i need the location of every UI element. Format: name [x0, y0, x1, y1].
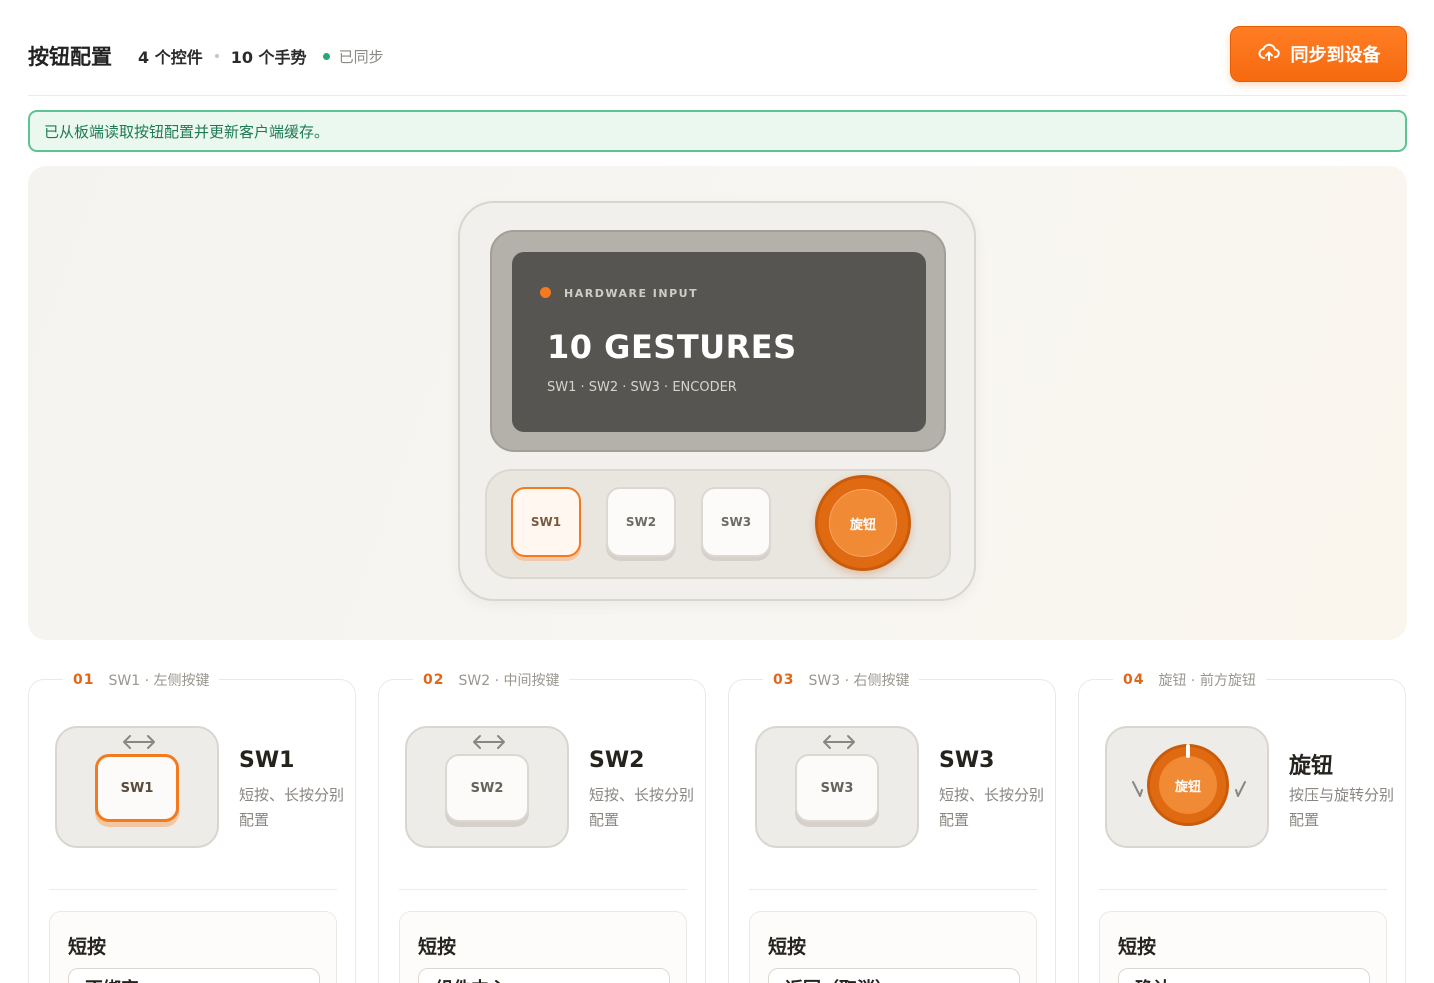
separator-dot [214, 54, 219, 58]
gesture-config-short-press: 短按 组件中心 [399, 911, 687, 983]
action-select[interactable]: 组件中心 [418, 968, 670, 983]
card-thumbnail: 旋钮 [1105, 726, 1269, 848]
control-card-sw1: 01 SW1 · 左侧按键 SW1 SW1 短按、长按分别配置 短按 不绑定 [28, 670, 356, 983]
device-key-sw1[interactable]: SW1 [511, 487, 581, 557]
sync-button-label: 同步到设备 [1290, 45, 1381, 66]
screen-bezel: HARDWARE INPUT 10 GESTURES SW1 · SW2 · S… [490, 230, 946, 452]
screen-subline: SW1 · SW2 · SW3 · ENCODER [547, 380, 737, 395]
gesture-label: 短按 [418, 936, 457, 958]
sync-status-dot [322, 52, 330, 60]
card-divider [749, 889, 1037, 890]
control-card-knob: 04 旋钮 · 前方旋钮 旋钮 旋钮 按压与旋转分别配置 短按 确认 [1078, 670, 1406, 983]
gesture-config-short-press: 短按 确认 [1099, 911, 1387, 983]
controls-count: 4 个控件 [138, 48, 203, 67]
device-key-sw3[interactable]: SW3 [701, 487, 771, 557]
action-select-value: 组件中心 [435, 975, 507, 983]
card-thumbnail: SW3 [755, 726, 919, 848]
card-description: 短按、长按分别配置 [939, 786, 1045, 829]
thumbnail-key: SW1 [95, 754, 179, 822]
card-title: SW1 [239, 748, 295, 773]
device-preview-stage: HARDWARE INPUT 10 GESTURES SW1 · SW2 · S… [28, 166, 1407, 640]
action-select-value: 不绑定 [85, 975, 139, 983]
device-knob[interactable]: 旋钮 [815, 475, 911, 571]
action-select[interactable]: 不绑定 [68, 968, 320, 983]
screen-headline: 10 GESTURES [547, 328, 797, 366]
card-number: 02 [423, 672, 445, 688]
sync-to-device-button[interactable]: 同步到设备 [1230, 26, 1407, 82]
header: 按钮配置 4 个控件 10 个手势 已同步 同步到设备 [28, 26, 1407, 82]
gestures-count: 10 个手势 [230, 48, 307, 67]
gesture-label: 短按 [1118, 936, 1157, 958]
status-banner: 已从板端读取按钮配置并更新客户端缓存。 [28, 110, 1407, 152]
gesture-config-short-press: 短按 返回（取消） [749, 911, 1037, 983]
card-name: SW1 · 左侧按键 [108, 673, 210, 689]
card-title: SW3 [939, 748, 995, 773]
action-select[interactable]: 确认 [1118, 968, 1370, 983]
card-divider [1099, 889, 1387, 890]
status-banner-text: 已从板端读取按钮配置并更新客户端缓存。 [44, 122, 330, 141]
header-meta: 4 个控件 10 个手势 已同步 [138, 44, 384, 68]
double-arrow-icon [123, 735, 155, 749]
card-title: 旋钮 [1289, 754, 1334, 779]
action-select-value: 返回（取消） [785, 975, 893, 983]
card-divider [49, 889, 337, 890]
device-key-sw2[interactable]: SW2 [606, 487, 676, 557]
gesture-label: 短按 [68, 936, 107, 958]
card-label: 03 SW3 · 右侧按键 [763, 670, 920, 690]
gesture-config-short-press: 短按 不绑定 [49, 911, 337, 983]
card-name: SW2 · 中间按键 [458, 673, 560, 689]
card-description: 短按、长按分别配置 [239, 786, 345, 829]
knob-indicator-tick [1186, 744, 1190, 758]
card-number: 04 [1123, 672, 1145, 688]
header-divider [28, 95, 1407, 96]
control-tray: SW1 SW2 SW3 旋钮 [485, 469, 951, 579]
double-arrow-icon [823, 735, 855, 749]
rotate-right-icon [1235, 781, 1246, 797]
card-title: SW2 [589, 748, 645, 773]
card-thumbnail: SW1 [55, 726, 219, 848]
card-label: 01 SW1 · 左侧按键 [63, 670, 220, 690]
card-number: 01 [73, 672, 95, 688]
device-screen: HARDWARE INPUT 10 GESTURES SW1 · SW2 · S… [512, 252, 926, 432]
device-illustration: HARDWARE INPUT 10 GESTURES SW1 · SW2 · S… [458, 201, 976, 601]
sync-status-text: 已同步 [338, 47, 384, 66]
cloud-upload-icon [1257, 40, 1281, 69]
screen-eyebrow: HARDWARE INPUT [564, 287, 699, 300]
card-label: 02 SW2 · 中间按键 [413, 670, 570, 690]
card-description: 按压与旋转分别配置 [1289, 786, 1395, 829]
thumbnail-knob-label: 旋钮 [1159, 756, 1217, 814]
page-title: 按钮配置 [28, 45, 112, 69]
gesture-label: 短按 [768, 936, 807, 958]
action-select-value: 确认 [1135, 975, 1171, 983]
card-name: SW3 · 右侧按键 [808, 673, 910, 689]
card-description: 短按、长按分别配置 [589, 786, 695, 829]
action-select[interactable]: 返回（取消） [768, 968, 1020, 983]
control-card-sw2: 02 SW2 · 中间按键 SW2 SW2 短按、长按分别配置 短按 组件中心 [378, 670, 706, 983]
thumbnail-key: SW2 [445, 754, 529, 822]
thumbnail-key: SW3 [795, 754, 879, 822]
card-number: 03 [773, 672, 795, 688]
card-divider [399, 889, 687, 890]
card-label: 04 旋钮 · 前方旋钮 [1113, 670, 1266, 690]
card-name: 旋钮 · 前方旋钮 [1158, 673, 1256, 689]
card-thumbnail: SW2 [405, 726, 569, 848]
control-card-sw3: 03 SW3 · 右侧按键 SW3 SW3 短按、长按分别配置 短按 返回（取消… [728, 670, 1056, 983]
double-arrow-icon [473, 735, 505, 749]
screen-indicator-dot [540, 287, 551, 298]
device-knob-label: 旋钮 [829, 489, 897, 557]
